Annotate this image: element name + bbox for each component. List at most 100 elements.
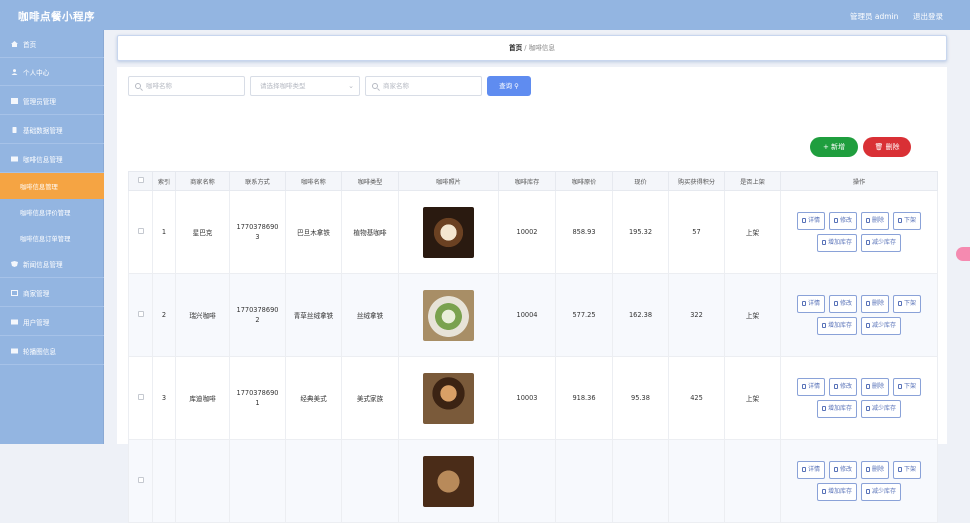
checkbox[interactable] bbox=[137, 394, 144, 400]
sidebar-item-label: 新闻信息管理 bbox=[23, 260, 63, 269]
add-stock-button[interactable]: 增加库存 bbox=[816, 317, 857, 335]
cell-stock bbox=[498, 439, 556, 523]
doc-icon bbox=[801, 384, 806, 389]
search-icon bbox=[135, 83, 141, 89]
coffee-type-select[interactable]: 请选择咖啡类型 ⌄ bbox=[250, 76, 360, 96]
header-select-all[interactable] bbox=[128, 171, 153, 191]
bulb-icon bbox=[821, 323, 826, 328]
delete-row-button[interactable]: 删除 bbox=[861, 212, 890, 230]
row-select[interactable] bbox=[128, 356, 153, 440]
grid-icon bbox=[11, 97, 18, 104]
row-select[interactable] bbox=[128, 273, 153, 357]
cell-price bbox=[612, 439, 669, 523]
admin-label: 管理员 admin bbox=[850, 12, 899, 21]
sidebar-item-shops[interactable]: 商家管理 bbox=[0, 279, 104, 307]
add-stock-button[interactable]: 增加库存 bbox=[816, 234, 857, 252]
bulb-icon bbox=[821, 240, 826, 245]
trash-icon bbox=[866, 218, 870, 223]
pencil-icon bbox=[833, 384, 838, 389]
checkbox[interactable] bbox=[137, 477, 144, 483]
reduce-stock-button[interactable]: 减少库存 bbox=[861, 483, 902, 501]
reduce-stock-button[interactable]: 减少库存 bbox=[861, 234, 902, 252]
edit-button[interactable]: 修改 bbox=[828, 295, 857, 313]
sidebar-item-profile[interactable]: 个人中心 bbox=[0, 58, 104, 86]
take-down-button[interactable]: 下架 bbox=[893, 295, 922, 313]
shop-name-input[interactable]: 商家名称 bbox=[365, 76, 482, 96]
sidebar-item-coffee-info[interactable]: 咖啡信息管理 bbox=[0, 145, 104, 173]
breadcrumb-home[interactable]: 首页 bbox=[509, 44, 522, 52]
sidebar: 首页 个人中心 管理员管理 基础数据管理 咖啡信息管理 咖啡信息管理 咖啡信息评… bbox=[0, 30, 104, 444]
cell-photo bbox=[398, 439, 499, 523]
sidebar-subitem-coffee-order[interactable]: 咖啡信息订单管理 bbox=[0, 225, 104, 251]
delete-label: 删除 bbox=[872, 466, 885, 473]
detail-button[interactable]: 详情 bbox=[796, 461, 825, 479]
add-stock-button[interactable]: 增加库存 bbox=[816, 483, 857, 501]
sidebar-item-label: 首页 bbox=[23, 40, 37, 49]
checkbox[interactable] bbox=[137, 177, 144, 183]
header-cell: 购买获得积分 bbox=[668, 171, 725, 191]
cell-coffee-name: 青草丝绒拿铁 bbox=[285, 273, 342, 357]
clock-icon bbox=[11, 289, 18, 296]
sidebar-item-users[interactable]: 用户管理 bbox=[0, 308, 104, 336]
add-button[interactable]: + 新增 bbox=[810, 137, 858, 157]
row-select[interactable] bbox=[128, 190, 153, 274]
take-down-button[interactable]: 下架 bbox=[893, 212, 922, 230]
coffee-type-placeholder: 请选择咖啡类型 bbox=[260, 82, 306, 90]
cell-coffee-name: 巴旦木拿铁 bbox=[285, 190, 342, 274]
table-row: 2 瑞兴咖啡 17703786902 青草丝绒拿铁 丝绒拿铁 10004 577… bbox=[128, 273, 938, 357]
reduce-stock-button[interactable]: 减少库存 bbox=[861, 317, 902, 335]
reduce-stock-button[interactable]: 减少库存 bbox=[861, 400, 902, 418]
sidebar-subitem-label: 咖啡信息订单管理 bbox=[20, 235, 71, 243]
sidebar-item-news[interactable]: 新闻信息管理 bbox=[0, 250, 104, 278]
add-stock-label: 增加库存 bbox=[827, 322, 852, 329]
cell-index: 2 bbox=[152, 273, 176, 357]
edit-button[interactable]: 修改 bbox=[828, 461, 857, 479]
checkbox[interactable] bbox=[137, 228, 144, 234]
sidebar-item-base-data[interactable]: 基础数据管理 bbox=[0, 116, 104, 144]
breadcrumb-current: 咖啡信息 bbox=[528, 44, 555, 52]
delete-row-button[interactable]: 删除 bbox=[861, 378, 890, 396]
cell-actions: 详情 修改 删除 下架 增加库存 减少库存 bbox=[780, 356, 938, 440]
sidebar-item-carousel[interactable]: 轮播图信息 bbox=[0, 337, 104, 365]
header-cell: 现价 bbox=[612, 171, 669, 191]
coffee-name-input[interactable]: 咖啡名称 bbox=[128, 76, 245, 96]
cell-phone: 17703786902 bbox=[229, 273, 286, 357]
header-cell: 联系方式 bbox=[229, 171, 286, 191]
take-down-button[interactable]: 下架 bbox=[893, 378, 922, 396]
row-actions: 详情 修改 删除 下架 增加库存 减少库存 bbox=[793, 378, 926, 418]
search-icon: ⚲ bbox=[514, 82, 519, 90]
take-down-button[interactable]: 下架 bbox=[893, 461, 922, 479]
sidebar-subitem-coffee-review[interactable]: 咖啡信息评价管理 bbox=[0, 199, 104, 225]
sidebar-subitem-coffee-info[interactable]: 咖啡信息管理 bbox=[0, 173, 104, 199]
header-cell: 咖啡库存 bbox=[498, 171, 556, 191]
checkbox[interactable] bbox=[137, 311, 144, 317]
logout-link[interactable]: 退出登录 bbox=[913, 11, 943, 22]
search-button[interactable]: 查询 ⚲ bbox=[487, 76, 531, 96]
edit-button[interactable]: 修改 bbox=[828, 212, 857, 230]
delete-label: 删除 bbox=[872, 217, 885, 224]
image-icon bbox=[11, 348, 18, 354]
sidebar-item-admins[interactable]: 管理员管理 bbox=[0, 87, 104, 115]
delete-row-button[interactable]: 删除 bbox=[861, 295, 890, 313]
add-stock-button[interactable]: 增加库存 bbox=[816, 400, 857, 418]
delete-row-button[interactable]: 删除 bbox=[861, 461, 890, 479]
cell-status: 上架 bbox=[724, 273, 781, 357]
search-icon bbox=[372, 83, 378, 89]
detail-button[interactable]: 详情 bbox=[796, 378, 825, 396]
doc-icon bbox=[898, 467, 903, 472]
take-down-label: 下架 bbox=[904, 466, 917, 473]
delete-button[interactable]: 🗑 删除 bbox=[863, 137, 911, 157]
detail-button[interactable]: 详情 bbox=[796, 295, 825, 313]
doc-icon bbox=[801, 218, 806, 223]
row-select[interactable] bbox=[128, 439, 153, 523]
floating-helper-icon[interactable] bbox=[956, 247, 970, 261]
cell-points: 322 bbox=[668, 273, 725, 357]
detail-button[interactable]: 详情 bbox=[796, 212, 825, 230]
row-actions: 详情 修改 删除 下架 增加库存 减少库存 bbox=[793, 461, 926, 501]
edit-button[interactable]: 修改 bbox=[828, 378, 857, 396]
sidebar-item-label: 用户管理 bbox=[23, 318, 50, 327]
cell-shop: 瑞兴咖啡 bbox=[175, 273, 230, 357]
shop-name-placeholder: 商家名称 bbox=[383, 82, 409, 90]
sidebar-item-home[interactable]: 首页 bbox=[0, 30, 104, 58]
add-stock-label: 增加库存 bbox=[827, 488, 852, 495]
